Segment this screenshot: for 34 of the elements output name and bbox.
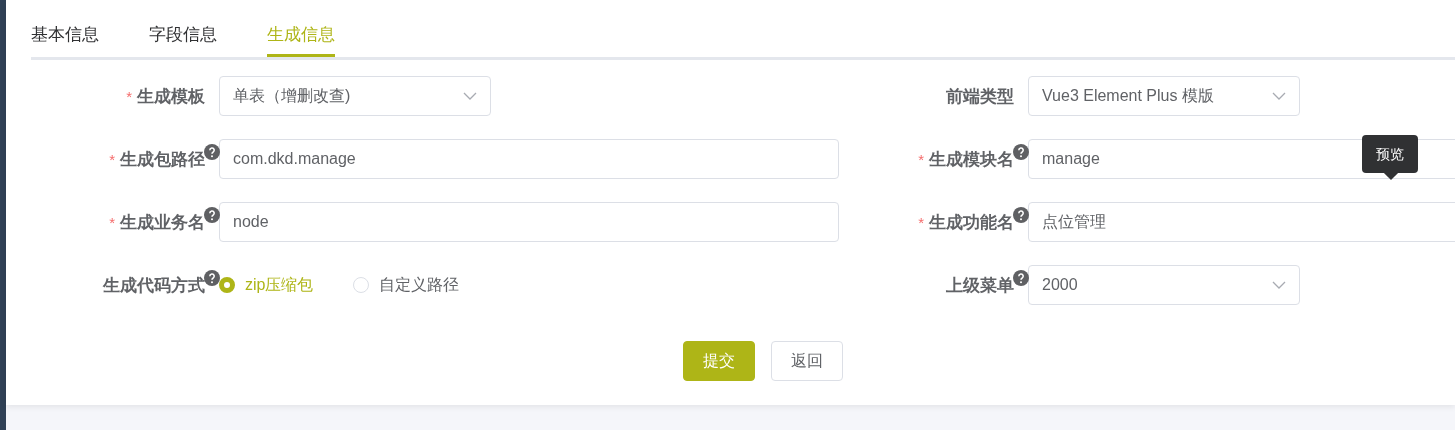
radio-button[interactable] <box>219 277 235 293</box>
back-button[interactable]: 返回 <box>771 341 843 381</box>
field-label: 生成包路径 <box>120 148 205 171</box>
tooltip: 预览 <box>1362 135 1418 179</box>
field-label: 生成模块名 <box>929 148 1014 171</box>
input-field[interactable]: com.dkd.manage <box>219 139 839 179</box>
field-label: 生成业务名 <box>120 211 205 234</box>
tab[interactable]: 基本信息 <box>31 17 99 57</box>
help-icon[interactable] <box>204 207 220 223</box>
tab[interactable]: 字段信息 <box>149 17 217 57</box>
field-label: 生成功能名 <box>929 211 1014 234</box>
select-field[interactable]: Vue3 Element Plus 模版 <box>1028 76 1300 116</box>
chevron-down-icon <box>1272 92 1286 100</box>
help-icon[interactable] <box>1013 207 1029 223</box>
required-mark: * <box>918 213 924 231</box>
help-icon[interactable] <box>1013 144 1029 160</box>
field-label: 生成代码方式 <box>103 274 205 297</box>
chevron-down-icon <box>1272 281 1286 289</box>
input-field[interactable]: node <box>219 202 839 242</box>
radio-label[interactable]: 自定义路径 <box>379 274 460 296</box>
required-mark: * <box>109 150 115 168</box>
chevron-down-icon <box>463 92 477 100</box>
help-icon[interactable] <box>204 144 220 160</box>
input-field[interactable]: 点位管理 <box>1028 202 1455 242</box>
required-mark: * <box>918 150 924 168</box>
help-icon[interactable] <box>1013 270 1029 286</box>
field-label: 上级菜单 <box>946 274 1014 297</box>
required-mark: * <box>126 87 132 105</box>
required-mark: * <box>109 213 115 231</box>
field-label: 生成模板 <box>137 85 205 108</box>
field-label: 前端类型 <box>946 85 1014 108</box>
select-field[interactable]: 2000 <box>1028 265 1300 305</box>
help-icon[interactable] <box>204 270 220 286</box>
select-field[interactable]: 单表（增删改查) <box>219 76 491 116</box>
